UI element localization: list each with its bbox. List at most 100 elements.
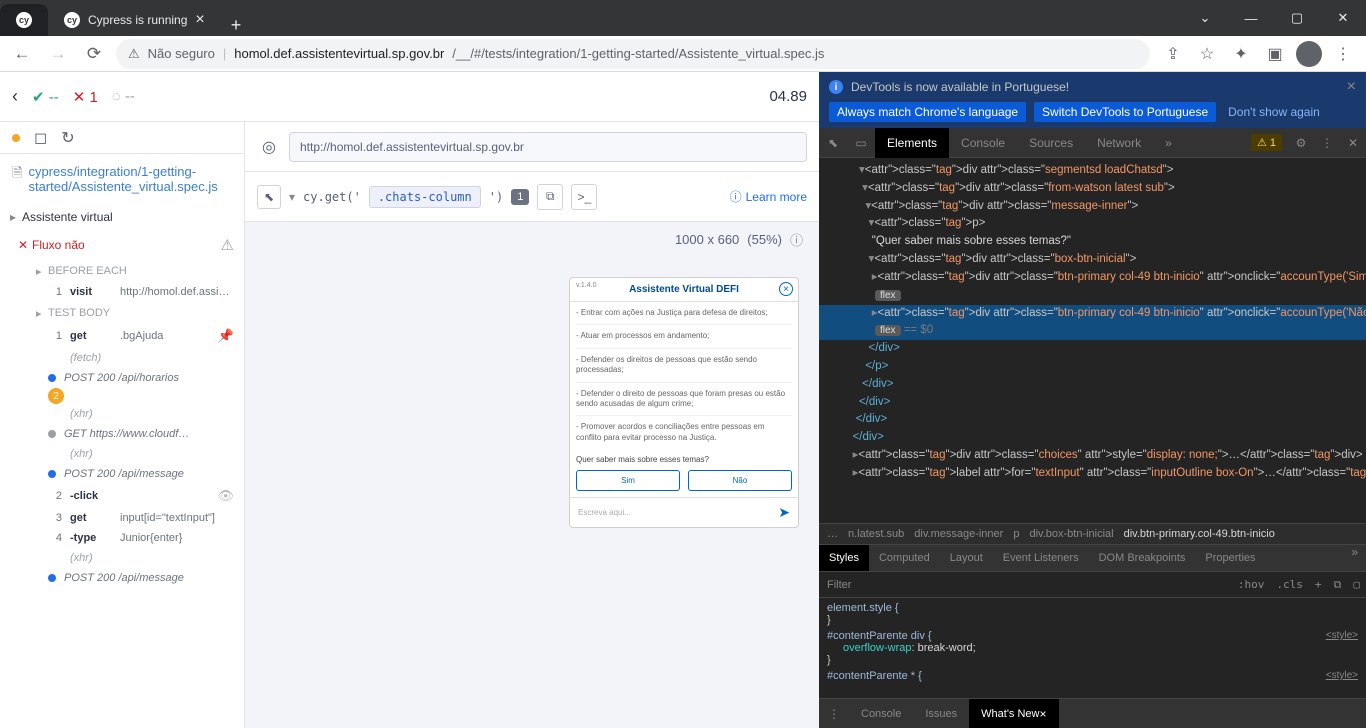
devtools-close-icon[interactable]: ✕ xyxy=(1340,128,1366,157)
terminal-icon[interactable]: >_ xyxy=(571,184,597,210)
browser-tab-2[interactable]: cyCypress is running× xyxy=(48,4,221,36)
cmd-get[interactable]: 1get.bgAjuda📌 xyxy=(0,324,244,348)
eye-icon[interactable]: 👁 xyxy=(217,488,234,504)
info-icon[interactable]: ⓘ xyxy=(790,230,803,249)
tab-sources[interactable]: Sources xyxy=(1017,128,1085,158)
close-icon[interactable]: × xyxy=(1040,707,1047,721)
cmd-fetch[interactable]: (fetch) xyxy=(0,348,244,368)
more-tabs-icon[interactable]: » xyxy=(1343,545,1366,571)
test-title[interactable]: Fluxo não⚠ xyxy=(0,230,244,260)
restart-icon[interactable]: ↻ xyxy=(61,128,74,148)
selector-value[interactable]: .chats-column xyxy=(369,186,481,208)
new-rule-icon[interactable]: + xyxy=(1309,578,1328,591)
spec-path[interactable]: cypress/integration/1-getting-started/As… xyxy=(28,164,232,194)
cmd-post[interactable]: POST 200 /api/horarios xyxy=(0,368,244,388)
hook-before: BEFORE EACH xyxy=(0,260,244,282)
devtools-panel: i DevTools is now available in Portugues… xyxy=(819,72,1366,728)
sidepanel-icon[interactable]: ▣ xyxy=(1260,39,1290,69)
warning-icon: ⚠ xyxy=(221,236,234,254)
cmd-get2[interactable]: 3getinput[id="textInput"] xyxy=(0,508,244,528)
window-minimize-icon[interactable]: ― xyxy=(1228,0,1274,36)
tab-elements[interactable]: Elements xyxy=(875,128,949,158)
pin-icon[interactable]: 📌 xyxy=(218,328,234,344)
url-input[interactable]: ⚠ Não seguro | homol.def.assistentevirtu… xyxy=(116,39,1150,69)
elements-tree[interactable]: ▾<attr">class="tag">div attr">class="seg… xyxy=(819,158,1366,523)
inspect-icon[interactable]: ⬉ xyxy=(819,128,847,157)
stab-event[interactable]: Event Listeners xyxy=(993,545,1089,571)
new-tab-button[interactable]: + xyxy=(221,15,252,36)
cmd-post[interactable]: POST 200 /api/message xyxy=(0,464,244,484)
cmd-xhr[interactable]: (xhr) xyxy=(0,404,244,424)
favicon-icon: cy xyxy=(64,12,80,28)
extensions-icon[interactable]: ✦ xyxy=(1226,39,1256,69)
pass-count: ✔ -- xyxy=(32,88,59,106)
drawer-menu-icon[interactable]: ⋮ xyxy=(819,699,849,728)
selector-playground-icon[interactable]: ◎ xyxy=(257,135,281,159)
stab-computed[interactable]: Computed xyxy=(869,545,940,571)
settings-icon[interactable]: ⚙ xyxy=(1288,128,1314,157)
hov-toggle[interactable]: :hov xyxy=(1232,578,1271,591)
cls-toggle[interactable]: .cls xyxy=(1270,578,1309,591)
window-close-icon[interactable]: ✕ xyxy=(1320,0,1366,36)
styles-filter-input[interactable]: Filter xyxy=(827,579,1232,591)
drawer-console[interactable]: Console xyxy=(849,699,913,728)
device-icon[interactable]: ▭ xyxy=(847,128,875,157)
cmd-visit[interactable]: 1visithttp://homol.def.assisten… xyxy=(0,282,244,302)
drawer-issues[interactable]: Issues xyxy=(913,699,969,728)
chat-widget: v.1.4.0 Assistente Virtual DEFI × - Entr… xyxy=(569,277,799,528)
help-icon: ⓘ xyxy=(730,190,742,204)
print-icon[interactable]: ⧉ xyxy=(1328,578,1348,592)
drawer-whatsnew[interactable]: What's New × xyxy=(969,699,1058,728)
suite-title[interactable]: Assistente virtual xyxy=(0,204,244,230)
aut-url[interactable]: http://homol.def.assistentevirtual.sp.go… xyxy=(289,132,807,162)
chevron-down-icon[interactable]: ⌄ xyxy=(1182,0,1228,36)
nav-back-icon[interactable]: ← xyxy=(8,40,36,68)
stop-icon[interactable]: ◻ xyxy=(34,128,47,148)
cmd-xhr[interactable]: (xhr) xyxy=(0,548,244,568)
cmd-xhr[interactable]: (xhr) xyxy=(0,444,244,464)
styles-rules[interactable]: element.style {}#contentParente div {<st… xyxy=(819,598,1366,698)
tab-console[interactable]: Console xyxy=(949,128,1017,158)
window-maximize-icon[interactable]: ▢ xyxy=(1274,0,1320,36)
computed-icon[interactable]: ▢ xyxy=(1347,578,1366,591)
learn-more-link[interactable]: ⓘLearn more xyxy=(730,188,807,205)
banner-match-button[interactable]: Always match Chrome's language xyxy=(829,102,1026,122)
copy-icon[interactable]: ⧉ xyxy=(537,184,563,210)
banner-switch-button[interactable]: Switch DevTools to Portuguese xyxy=(1034,102,1216,122)
tab-close-icon[interactable]: × xyxy=(195,11,204,29)
match-count: 1 xyxy=(511,189,529,205)
more-icon[interactable]: ⋮ xyxy=(1314,128,1340,157)
cmd-get-xhr[interactable]: GET https://www.cloudf… xyxy=(0,424,244,444)
stab-layout[interactable]: Layout xyxy=(940,545,993,571)
star-icon[interactable]: ☆ xyxy=(1192,39,1222,69)
tab-more-icon[interactable]: » xyxy=(1153,128,1184,158)
share-icon[interactable]: ⇪ xyxy=(1158,39,1188,69)
profile-avatar[interactable] xyxy=(1294,39,1324,69)
chat-button-nao[interactable]: Não xyxy=(688,470,792,491)
chat-input[interactable]: Escreva aqui... xyxy=(578,508,778,517)
cmd-post[interactable]: POST 200 /api/message xyxy=(0,568,244,588)
chat-version: v.1.4.0 xyxy=(576,282,597,289)
element-picker-icon[interactable]: ⬉ xyxy=(257,185,281,209)
warning-badge[interactable]: ⚠ 1 xyxy=(1251,134,1282,151)
chevron-down-icon[interactable]: ▾ xyxy=(289,190,295,204)
back-icon[interactable]: ‹ xyxy=(12,86,18,107)
cmd-type[interactable]: 4-typeJunior{enter} xyxy=(0,528,244,548)
send-icon[interactable]: ➤ xyxy=(778,504,790,521)
reload-icon[interactable]: ⟳ xyxy=(80,40,108,68)
bullet-icon xyxy=(48,374,56,382)
stab-props[interactable]: Properties xyxy=(1195,545,1265,571)
banner-text: DevTools is now available in Portuguese! xyxy=(851,80,1069,94)
chat-close-icon[interactable]: × xyxy=(779,282,793,296)
menu-icon[interactable]: ⋮ xyxy=(1328,39,1358,69)
breadcrumb[interactable]: … n.latest.sub div.message-inner p div.b… xyxy=(819,523,1366,544)
tab-network[interactable]: Network xyxy=(1085,128,1153,158)
chat-line: - Promover acordos e conciliações entre … xyxy=(576,422,792,449)
stab-styles[interactable]: Styles xyxy=(819,545,869,571)
banner-dismiss-link[interactable]: Don't show again xyxy=(1228,105,1320,119)
chat-button-sim[interactable]: Sim xyxy=(576,470,680,491)
banner-close-icon[interactable]: × xyxy=(1347,78,1356,96)
browser-tab-1[interactable]: cy xyxy=(0,4,48,36)
stab-dom[interactable]: DOM Breakpoints xyxy=(1089,545,1196,571)
cmd-click[interactable]: 2-click👁 xyxy=(0,484,244,508)
